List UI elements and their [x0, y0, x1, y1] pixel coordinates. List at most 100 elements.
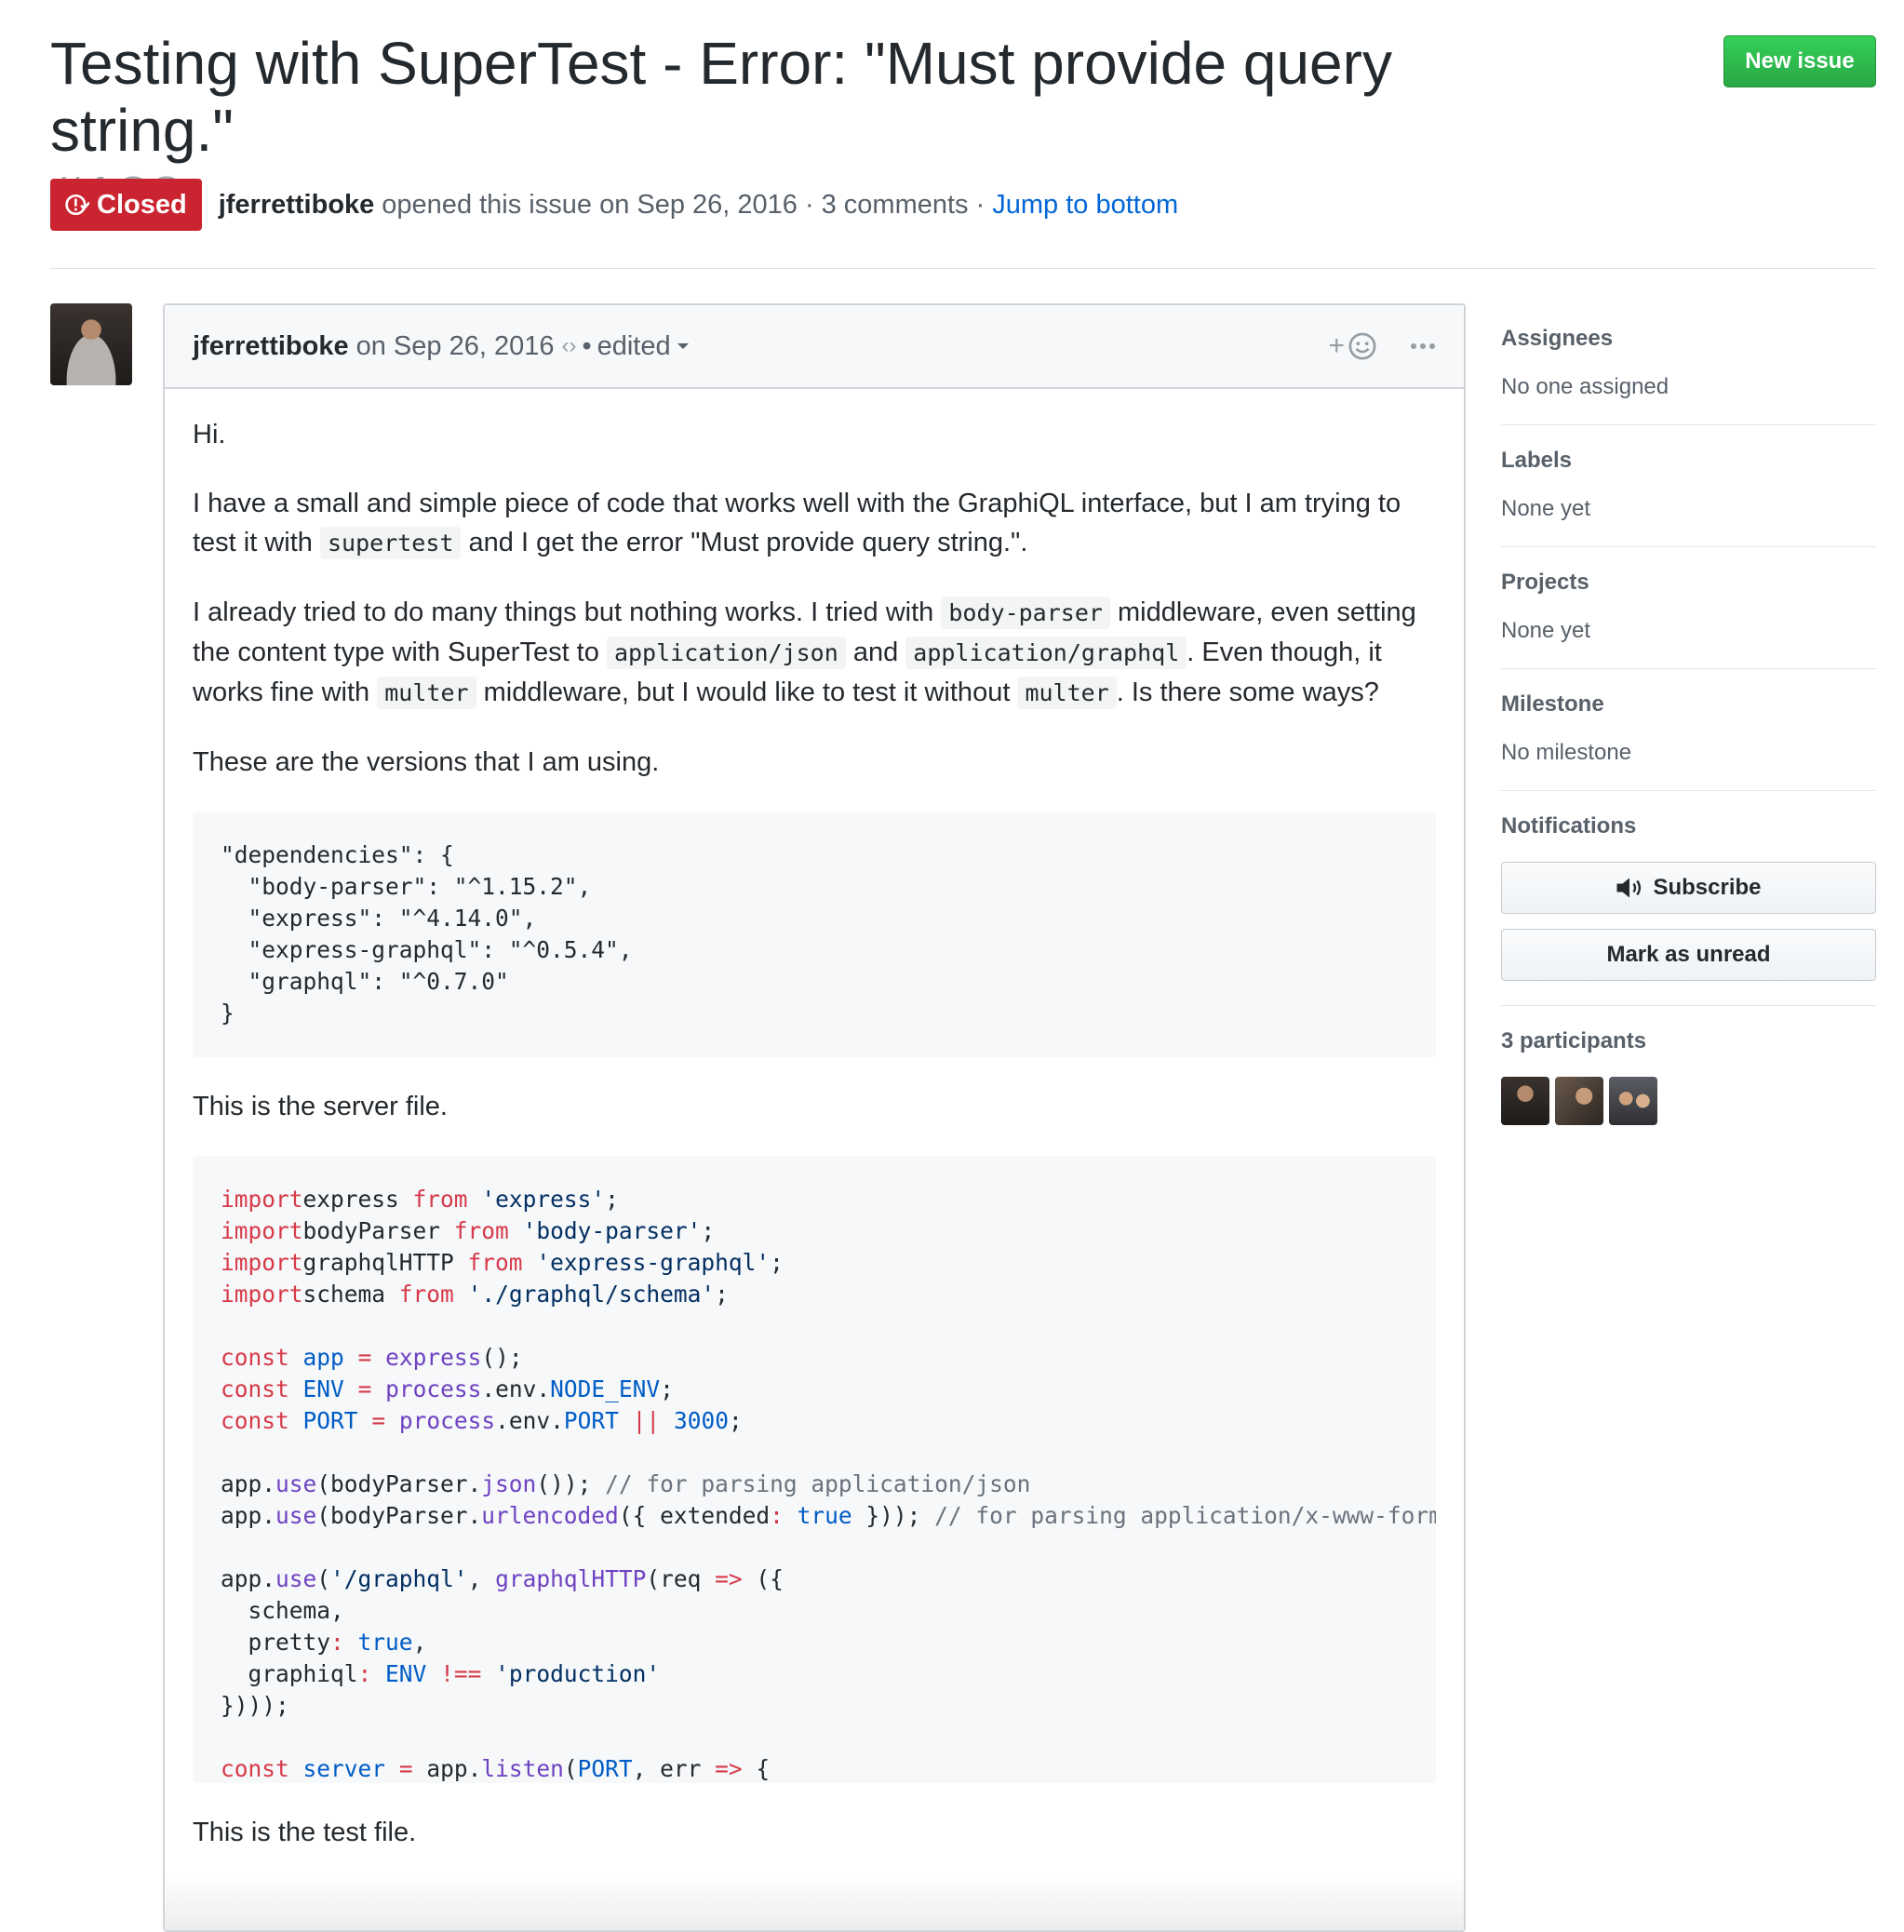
comment-author-link[interactable]: jferrettiboke: [193, 331, 349, 362]
code-token: ();: [481, 1344, 523, 1371]
paragraph-attempts: I already tried to do many things but no…: [193, 593, 1436, 713]
code-token: bodyParser: [302, 1217, 454, 1244]
code-icon: ‹›: [561, 333, 577, 358]
code-token: graphqlHTTP: [495, 1565, 647, 1592]
subscribe-label: Subscribe: [1653, 875, 1762, 900]
issue-closed-icon: [65, 194, 89, 216]
inline-code: multer: [1017, 677, 1117, 709]
code-token: app.: [412, 1755, 482, 1782]
code-token: (req: [646, 1565, 716, 1592]
subscribe-button[interactable]: Subscribe: [1501, 862, 1876, 914]
code-token: :: [357, 1660, 372, 1687]
bottom-fade-overlay: [165, 1872, 1464, 1930]
new-issue-button[interactable]: New issue: [1723, 35, 1876, 87]
code-line: })));: [221, 1692, 289, 1719]
mark-as-unread-button[interactable]: Mark as unread: [1501, 929, 1876, 981]
sidebar-participants: 3 participants: [1501, 1006, 1876, 1149]
assignees-heading[interactable]: Assignees: [1501, 326, 1876, 352]
edited-dropdown[interactable]: • edited: [582, 331, 689, 362]
comment-date[interactable]: on Sep 26, 2016: [356, 331, 555, 362]
projects-heading[interactable]: Projects: [1501, 570, 1876, 596]
code-token: 'express-graphql': [536, 1249, 771, 1276]
code-token: :: [330, 1629, 344, 1656]
author-avatar[interactable]: [50, 303, 132, 385]
smiley-icon: [1348, 332, 1376, 360]
labels-heading[interactable]: Labels: [1501, 448, 1876, 474]
jump-to-bottom-link[interactable]: Jump to bottom: [992, 190, 1178, 221]
text-run: and: [852, 637, 899, 667]
code-token: const: [221, 1407, 289, 1434]
code-token: ||: [632, 1407, 661, 1434]
code-line: importgraphqlHTTP from 'express-graphql'…: [221, 1249, 784, 1276]
code-token: 'body-parser': [522, 1217, 702, 1244]
code-token: (: [316, 1565, 331, 1592]
code-token: ;: [728, 1407, 743, 1434]
code-token: ,: [467, 1565, 496, 1592]
sidebar-notifications: Notifications Subscribe Mark as unread: [1501, 791, 1876, 1006]
add-reaction-button[interactable]: +: [1328, 330, 1376, 362]
code-token: app.: [221, 1502, 276, 1529]
participants-heading: 3 participants: [1501, 1028, 1647, 1053]
code-token: =: [357, 1344, 372, 1371]
code-token: ENV: [302, 1375, 344, 1402]
code-token: PORT: [302, 1407, 358, 1434]
code-token: process: [398, 1407, 496, 1434]
code-line: app.use(bodyParser.urlencoded({ extended…: [221, 1502, 1436, 1529]
code-token: .env.: [481, 1375, 551, 1402]
code-line: schema,: [221, 1597, 344, 1624]
text-run: middleware, but I would like to test it …: [483, 678, 1011, 707]
inline-code: application/graphql: [905, 637, 1187, 669]
sidebar-milestone[interactable]: Milestone No milestone: [1501, 669, 1876, 791]
code-token: app: [302, 1344, 344, 1371]
code-token: 3000: [673, 1407, 729, 1434]
milestone-heading[interactable]: Milestone: [1501, 691, 1876, 718]
code-token: ;: [715, 1281, 729, 1308]
code-token: !==: [440, 1660, 482, 1687]
code-token: ENV: [385, 1660, 427, 1687]
participant-avatar[interactable]: [1555, 1077, 1603, 1125]
sidebar-projects[interactable]: Projects None yet: [1501, 547, 1876, 669]
code-token: express: [302, 1186, 413, 1213]
notifications-heading: Notifications: [1501, 813, 1637, 839]
code-token: pretty: [221, 1629, 331, 1656]
code-token: PORT: [577, 1755, 633, 1782]
code-token: json: [481, 1470, 537, 1497]
code-token: from: [398, 1281, 454, 1308]
participant-avatar[interactable]: [1609, 1077, 1657, 1125]
dependencies-code-block: "dependencies": { "body-parser": "^1.15.…: [193, 812, 1436, 1057]
kebab-horizontal-icon[interactable]: [1410, 342, 1436, 350]
comment-body: Hi. I have a small and simple piece of c…: [165, 389, 1464, 1852]
code-token: express: [385, 1344, 482, 1371]
state-label: Closed: [97, 189, 187, 220]
comment-count: 3 comments: [821, 189, 969, 220]
inline-code: application/json: [606, 637, 846, 669]
code-token: from: [453, 1217, 509, 1244]
code-token: ;: [660, 1375, 674, 1402]
code-token: graphiql: [221, 1660, 358, 1687]
code-token: ;: [701, 1217, 716, 1244]
code-line: app.use('/graphql', graphqlHTTP(req => (…: [221, 1565, 784, 1592]
sidebar-assignees[interactable]: Assignees No one assigned: [1501, 303, 1876, 425]
code-token: const: [221, 1755, 289, 1782]
code-token: ({: [742, 1565, 784, 1592]
code-line: const server = app.listen(PORT, err => {: [221, 1755, 770, 1782]
issue-author-link[interactable]: jferrettiboke: [219, 190, 375, 221]
code-token: server: [302, 1755, 386, 1782]
code-token: PORT: [563, 1407, 619, 1434]
code-token: schema: [302, 1281, 399, 1308]
code-token: (bodyParser.: [316, 1470, 482, 1497]
code-token: .env.: [495, 1407, 564, 1434]
participant-avatar[interactable]: [1501, 1077, 1549, 1125]
projects-value: None yet: [1501, 618, 1591, 643]
code-token: urlencoded: [481, 1502, 619, 1529]
sidebar-labels[interactable]: Labels None yet: [1501, 425, 1876, 547]
